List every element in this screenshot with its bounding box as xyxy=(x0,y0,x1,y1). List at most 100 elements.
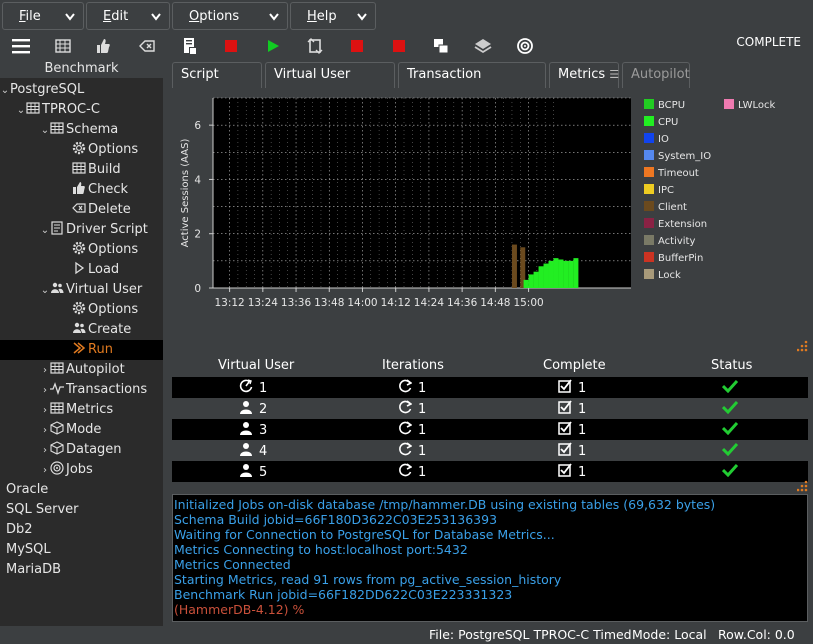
tree-item-mariadb[interactable]: MariaDB xyxy=(6,560,61,580)
legend-swatch xyxy=(644,116,654,126)
tree-item-check[interactable]: Check xyxy=(72,180,128,200)
play-icon[interactable] xyxy=(263,36,283,56)
menu-help-label: Help xyxy=(307,9,337,24)
iterations-value: 1 xyxy=(418,422,427,438)
complete-value: 1 xyxy=(578,464,587,480)
tree-item-options[interactable]: Options xyxy=(72,240,138,260)
tab-metrics[interactable]: Metrics ☰ xyxy=(549,62,619,88)
tree-item-schema[interactable]: ⌄ Schema xyxy=(40,120,118,140)
windows-icon[interactable] xyxy=(431,36,451,56)
tree-item-sql-server[interactable]: SQL Server xyxy=(6,500,79,520)
checkbox-icon xyxy=(558,379,572,397)
legend-swatch xyxy=(644,218,654,228)
complete-value: 1 xyxy=(578,401,587,417)
chevron-down-icon[interactable]: ⌄ xyxy=(0,81,10,101)
tree-item-create[interactable]: Create xyxy=(72,320,131,340)
tree-item-driver-script[interactable]: ⌄ Driver Script xyxy=(40,220,148,240)
splitter[interactable] xyxy=(163,60,172,626)
tab-transaction-counter[interactable]: Transaction Counter☰ xyxy=(398,62,546,106)
resize-grip-icon[interactable] xyxy=(797,480,809,494)
chevron-down-icon xyxy=(357,13,367,21)
legend-label: LWLock xyxy=(738,100,776,111)
stop-icon[interactable] xyxy=(347,36,367,56)
gear-icon xyxy=(72,141,86,155)
stack-icon[interactable] xyxy=(473,36,493,56)
chevron-right-icon[interactable]: › xyxy=(40,421,50,441)
tab-script-editor[interactable]: Script Editor xyxy=(172,62,262,106)
tree-item-build[interactable]: Build xyxy=(72,160,121,180)
tree-item-label: Jobs xyxy=(66,462,93,477)
tree-item-metrics[interactable]: › Metrics xyxy=(40,400,113,420)
monitor-icon xyxy=(239,379,253,397)
virtual-user-id: 5 xyxy=(259,464,268,480)
tree-item-options[interactable]: Options xyxy=(72,140,138,160)
menu-icon[interactable] xyxy=(11,36,31,56)
menu-edit[interactable]: Edit xyxy=(86,2,170,30)
check-icon xyxy=(721,421,739,439)
tree-item-label: MariaDB xyxy=(6,562,62,577)
tree-item-run[interactable]: Run xyxy=(0,340,163,360)
menu-file[interactable]: File xyxy=(2,2,84,30)
chevron-down-icon[interactable]: ⌄ xyxy=(40,121,50,141)
thumbs-up-icon[interactable] xyxy=(93,36,113,56)
cube-icon xyxy=(50,421,64,435)
script-icon[interactable] xyxy=(179,36,199,56)
table-row[interactable]: 5 1 1 xyxy=(172,461,808,482)
stop-icon[interactable] xyxy=(221,36,241,56)
menu-options[interactable]: Options xyxy=(172,2,288,30)
target-icon[interactable] xyxy=(515,36,535,56)
chevron-down-icon[interactable]: ⌄ xyxy=(40,221,50,241)
database-icon[interactable] xyxy=(53,36,73,56)
grid-icon xyxy=(72,161,86,175)
user-icon xyxy=(239,442,253,460)
eraser-icon[interactable] xyxy=(137,36,157,56)
tree-item-load[interactable]: Load xyxy=(72,260,119,280)
tab-autopilot[interactable]: Autopilot xyxy=(622,62,690,88)
chevron-right-icon[interactable]: › xyxy=(40,361,50,381)
tab-virtual-user-output[interactable]: Virtual User Output xyxy=(265,62,395,106)
tree-item-jobs[interactable]: › Jobs xyxy=(40,460,93,480)
console-line: Starting Metrics, read 91 rows from pg_a… xyxy=(174,572,562,587)
chevron-down-icon[interactable]: ⌄ xyxy=(40,281,50,301)
tree-item-tproc-c[interactable]: ⌄ TPROC-C xyxy=(16,100,100,120)
tree-item-delete[interactable]: Delete xyxy=(72,200,131,220)
refresh-icon[interactable] xyxy=(305,36,325,56)
tree-item-oracle[interactable]: Oracle xyxy=(6,480,48,500)
table-row[interactable]: 1 1 1 xyxy=(172,377,808,398)
chevron-right-icon[interactable]: › xyxy=(40,441,50,461)
legend-label: System_IO xyxy=(658,151,711,162)
chevron-down-icon xyxy=(65,13,75,21)
resize-grip-icon[interactable] xyxy=(797,340,809,354)
complete-cell: 1 xyxy=(558,421,586,439)
tree-item-transactions[interactable]: › Transactions xyxy=(40,380,147,400)
checkbox-icon xyxy=(558,463,572,481)
stop-icon[interactable] xyxy=(389,36,409,56)
menu-file-label: File xyxy=(19,9,41,24)
chevron-down-icon[interactable]: ⌄ xyxy=(16,101,26,121)
table-row[interactable]: 4 1 1 xyxy=(172,440,808,461)
tree-item-db2[interactable]: Db2 xyxy=(6,520,33,540)
tree-item-options[interactable]: Options xyxy=(72,300,138,320)
y-tick-label: 0 xyxy=(194,283,201,295)
chevron-right-icon[interactable]: › xyxy=(40,381,50,401)
tree-item-autopilot[interactable]: › Autopilot xyxy=(40,360,125,380)
tree-item-mode[interactable]: › Mode xyxy=(40,420,101,440)
table-row[interactable]: 2 1 1 xyxy=(172,398,808,419)
menu-help[interactable]: Help xyxy=(290,2,376,30)
tree-item-postgresql[interactable]: ⌄PostgreSQL xyxy=(0,80,84,100)
tree-item-label: Build xyxy=(88,162,121,177)
console-output[interactable]: Initialized Jobs on-disk database /tmp/h… xyxy=(172,494,808,622)
legend-swatch xyxy=(644,150,654,160)
tree-item-virtual-user[interactable]: ⌄ Virtual User xyxy=(40,280,142,300)
chevron-right-icon[interactable]: › xyxy=(40,461,50,481)
tree-item-label: Db2 xyxy=(6,522,33,537)
user-icon xyxy=(239,421,253,439)
complete-cell: 1 xyxy=(558,400,586,418)
tree-item-mysql[interactable]: MySQL xyxy=(6,540,51,560)
tree-item-label: TPROC-C xyxy=(42,102,100,117)
table-row[interactable]: 3 1 1 xyxy=(172,419,808,440)
tree-item-datagen[interactable]: › Datagen xyxy=(40,440,122,460)
chevron-right-icon[interactable]: › xyxy=(40,401,50,421)
console-line: Metrics Connecting to host:localhost por… xyxy=(174,542,468,557)
legend-swatch xyxy=(644,235,654,245)
